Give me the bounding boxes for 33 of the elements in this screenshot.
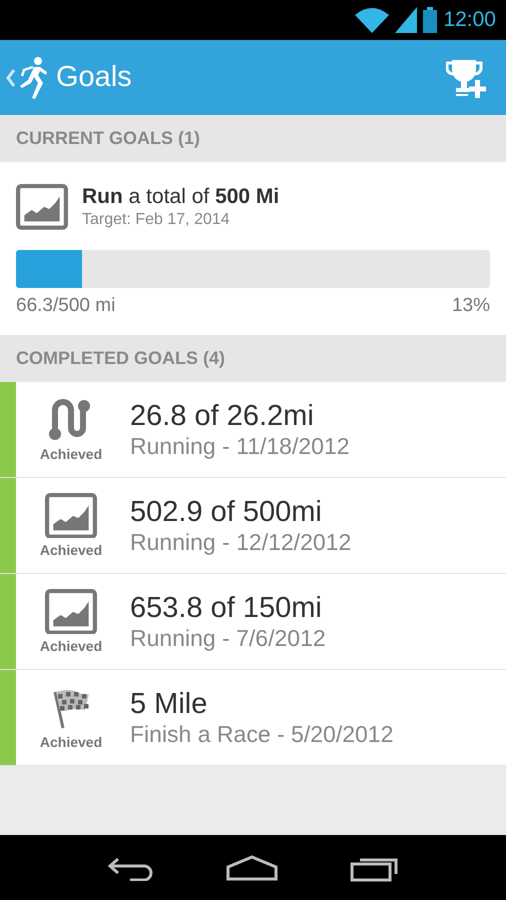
goal-card[interactable]: Run a total of 500 Mi Target: Feb 17, 2014 66.3/500 mi 13% [0, 162, 506, 335]
progress-percent: 13% [452, 294, 490, 317]
home-icon[interactable] [224, 854, 279, 880]
achieved-label: Achieved [40, 446, 102, 462]
goal-subtitle: Running - 11/18/2012 [130, 432, 350, 460]
completed-goal-row[interactable]: Achieved 5 Mile Finish a Race - 5/20/2012 [0, 670, 506, 766]
goal-title: Run a total of 500 Mi [82, 184, 280, 209]
goal-title: 653.8 of 150mi [130, 592, 323, 624]
goal-subtitle: Running - 12/12/2012 [130, 528, 352, 556]
progress-value: 66.3/500 mi [16, 294, 116, 317]
add-trophy-icon[interactable] [446, 58, 488, 98]
chart-icon [45, 492, 97, 538]
completed-goal-row[interactable]: Achieved 653.8 of 150mi Running - 7/6/2012 [0, 574, 506, 670]
goal-target-date: Target: Feb 17, 2014 [82, 210, 231, 229]
achieved-label: Achieved [40, 638, 102, 654]
achieved-label: Achieved [40, 542, 102, 558]
section-header: COMPLETED GOALS (4) [0, 335, 506, 382]
goal-subtitle: Finish a Race - 5/20/2012 [130, 720, 394, 748]
chart-icon [45, 588, 97, 634]
battery-icon [423, 7, 438, 33]
goal-title: 26.8 of 26.2mi [130, 400, 315, 432]
wifi-icon [355, 7, 390, 33]
goal-subtitle: Running - 7/6/2012 [130, 624, 326, 652]
screen-title: Goals [56, 61, 132, 94]
goal-title: 502.9 of 500mi [130, 496, 323, 528]
achieved-label: Achieved [40, 734, 102, 750]
chart-icon [16, 184, 68, 230]
completed-goal-row[interactable]: Achieved 26.8 of 26.2mi Running - 11/18/2012 [0, 382, 506, 478]
signal-icon [395, 7, 418, 33]
section-header: CURRENT GOALS (1) [0, 115, 506, 162]
completed-goal-row[interactable]: Achieved 502.9 of 500mi Running - 12/12/2012 [0, 478, 506, 574]
goal-title: 5 Mile [130, 688, 208, 720]
clock-time: 12:00 [443, 8, 496, 32]
